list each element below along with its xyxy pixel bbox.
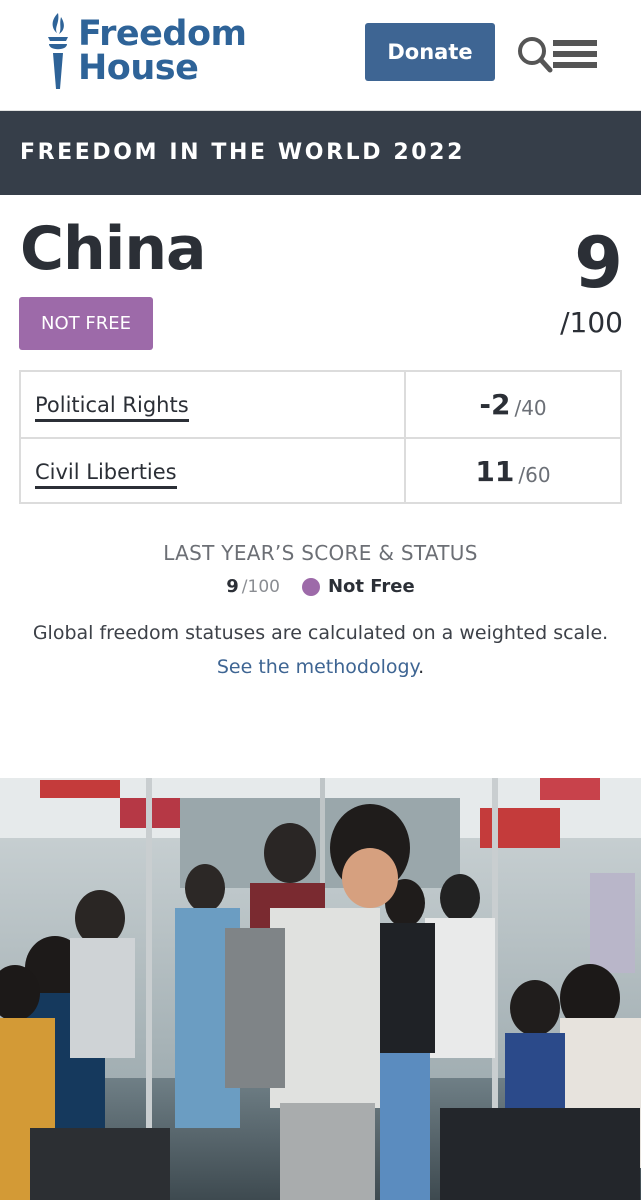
subway-photo: [0, 778, 641, 1200]
total-score-max: /100: [560, 306, 623, 339]
table-cell-label: Civil Liberties: [21, 439, 406, 504]
status-dot-icon: [301, 577, 320, 596]
last-year-max: /100: [241, 576, 280, 597]
last-year-score: 9: [226, 576, 239, 597]
political-rights-score: -2: [479, 388, 511, 421]
report-band: FREEDOM IN THE WORLD 2022: [0, 111, 641, 195]
report-title: FREEDOM IN THE WORLD 2022: [20, 140, 465, 165]
weighted-scale-note: Global freedom statuses are calculated o…: [32, 622, 609, 644]
methodology-link[interactable]: See the methodology: [217, 656, 418, 678]
table-row: Political Rights -2 /40: [21, 372, 620, 439]
search-icon[interactable]: [518, 37, 553, 73]
logo-line-2: House: [78, 48, 199, 88]
donate-button[interactable]: Donate: [365, 23, 495, 81]
table-cell-score: -2 /40: [406, 372, 620, 437]
civil-liberties-max: /60: [518, 462, 551, 487]
country-name: China: [20, 214, 207, 284]
table-cell-score: 11 /60: [406, 439, 620, 504]
civil-liberties-score: 11: [475, 455, 515, 488]
menu-icon[interactable]: [553, 40, 597, 68]
torch-icon: [48, 13, 68, 89]
political-rights-link[interactable]: Political Rights: [35, 393, 189, 422]
political-rights-max: /40: [514, 395, 547, 420]
freedom-house-logo[interactable]: Freedom House: [44, 10, 247, 92]
last-year-status: Not Free: [327, 576, 415, 597]
last-year-summary: 9 /100 Not Free: [0, 576, 641, 597]
table-row: Civil Liberties 11 /60: [21, 439, 620, 504]
site-header: Freedom House Donate: [0, 0, 641, 111]
last-year-heading: LAST YEAR’S SCORE & STATUS: [163, 541, 478, 565]
score-table: Political Rights -2 /40 Civil Liberties …: [19, 370, 622, 504]
methodology-line: See the methodology.: [0, 656, 641, 678]
civil-liberties-link[interactable]: Civil Liberties: [35, 460, 177, 489]
total-score: 9: [574, 222, 623, 304]
search-menu-button[interactable]: [517, 34, 601, 74]
methodology-suffix: .: [418, 656, 425, 678]
table-cell-label: Political Rights: [21, 372, 406, 437]
status-badge: NOT FREE: [19, 297, 153, 350]
logo-line-1: Freedom: [78, 14, 247, 54]
logo-text: Freedom House: [78, 14, 247, 88]
